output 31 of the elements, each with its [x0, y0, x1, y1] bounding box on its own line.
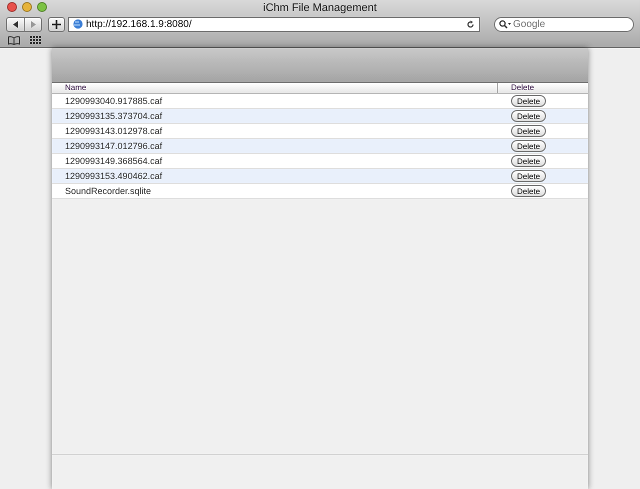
- address-field[interactable]: http://192.168.1.9:8080/: [68, 16, 480, 32]
- delete-button[interactable]: Delete: [511, 110, 546, 122]
- zoom-button[interactable]: [37, 2, 47, 12]
- plus-icon: [52, 20, 61, 28]
- add-bookmark-button[interactable]: [48, 16, 65, 32]
- file-name: 1290993135.373704.caf: [64, 111, 164, 121]
- delete-button[interactable]: Delete: [511, 170, 546, 182]
- minimize-button[interactable]: [22, 2, 32, 12]
- file-name: 1290993147.012796.caf: [64, 141, 164, 151]
- column-header: Name: [64, 83, 88, 93]
- right-triangle-icon: [30, 20, 36, 28]
- reload-icon[interactable]: [466, 20, 475, 28]
- delete-button[interactable]: Delete: [511, 125, 546, 137]
- delete-button[interactable]: Delete: [511, 185, 546, 197]
- left-triangle-icon: [12, 20, 19, 28]
- search-field[interactable]: Google: [494, 16, 634, 32]
- delete-button[interactable]: Delete: [511, 95, 546, 107]
- grid-icon[interactable]: [30, 36, 41, 44]
- column-header: Delete: [497, 83, 588, 93]
- delete-button[interactable]: Delete: [511, 155, 546, 167]
- delete-button[interactable]: Delete: [511, 140, 546, 152]
- globe-icon: [73, 19, 83, 29]
- book-icon[interactable]: [8, 36, 20, 44]
- file-name: 1290993040.917885.caf: [64, 96, 164, 106]
- file-name: 1290993143.012978.caf: [64, 126, 164, 136]
- file-name: 1290993149.368564.caf: [64, 156, 164, 166]
- close-button[interactable]: [7, 2, 17, 12]
- window-title: iChm File Management: [262, 2, 378, 14]
- search-icon: [499, 20, 511, 28]
- file-name: SoundRecorder.sqlite: [64, 186, 152, 196]
- file-name: 1290993153.490462.caf: [64, 171, 164, 181]
